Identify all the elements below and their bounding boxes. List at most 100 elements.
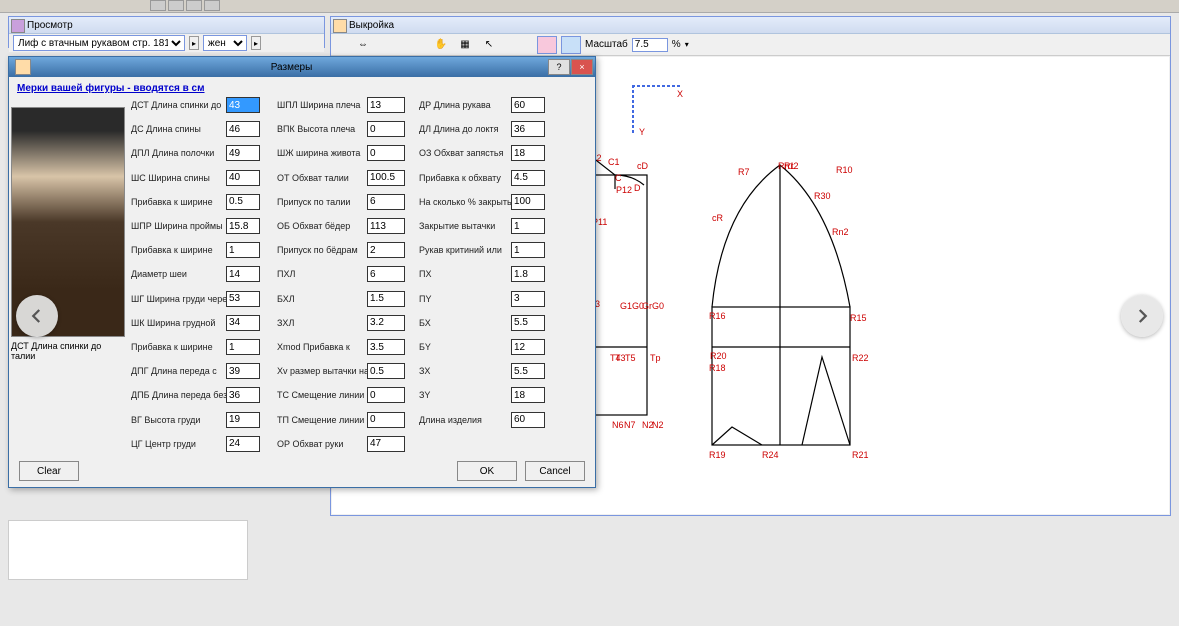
pattern-point-label: Rr2 (784, 161, 799, 171)
step-button[interactable]: ▸ (251, 36, 261, 50)
field-input[interactable] (367, 291, 405, 307)
pattern-point-label: R22 (852, 353, 869, 363)
field-input[interactable] (226, 315, 260, 331)
field-input[interactable] (226, 291, 260, 307)
field-input[interactable] (226, 242, 260, 258)
pattern-point-label: Tp (650, 353, 661, 363)
field-input[interactable] (367, 339, 405, 355)
field-input[interactable] (511, 145, 545, 161)
field-label: ДС Длина спины (131, 124, 226, 134)
field-row: ОР Обхват руки (277, 436, 405, 452)
field-row: ДС Длина спины (131, 121, 260, 137)
field-input[interactable] (226, 97, 260, 113)
field-row: БХЛ (277, 291, 405, 307)
field-input[interactable] (367, 121, 405, 137)
field-input[interactable] (226, 170, 260, 186)
tool-icon[interactable] (150, 0, 166, 11)
field-input[interactable] (511, 170, 545, 186)
field-input[interactable] (226, 194, 260, 210)
field-input[interactable] (226, 363, 260, 379)
field-input[interactable] (367, 97, 405, 113)
field-label: ОБ Обхват бёдер (277, 221, 367, 231)
field-row: ВПК Высота плеча (277, 121, 405, 137)
field-input[interactable] (226, 339, 260, 355)
close-button[interactable]: × (571, 59, 593, 75)
field-input[interactable] (367, 266, 405, 282)
hand-tool-icon[interactable]: ✋ (431, 36, 451, 54)
field-label: Прибавка к обхвату (419, 173, 511, 183)
color-tool-b[interactable] (561, 36, 581, 54)
help-link[interactable]: Мерки вашей фигуры - вводятся в см (17, 83, 587, 94)
field-input[interactable] (226, 121, 260, 137)
gender-select[interactable]: жен (203, 35, 247, 51)
field-row: Прибавка к ширине (131, 242, 260, 258)
field-input[interactable] (511, 218, 545, 234)
tool-icon[interactable] (168, 0, 184, 11)
scale-input[interactable] (632, 38, 668, 52)
field-label: ПХЛ (277, 269, 367, 279)
field-label: ЦГ Центр груди (131, 439, 226, 449)
field-input[interactable] (367, 242, 405, 258)
field-input[interactable] (367, 436, 405, 452)
field-input[interactable] (367, 194, 405, 210)
field-input[interactable] (226, 266, 260, 282)
field-input[interactable] (367, 218, 405, 234)
field-input[interactable] (511, 194, 545, 210)
tool-icon[interactable] (204, 0, 220, 11)
field-label: Закрытие вытачки (419, 221, 511, 231)
field-input[interactable] (367, 145, 405, 161)
field-input[interactable] (511, 412, 545, 428)
field-input[interactable] (367, 412, 405, 428)
field-input[interactable] (226, 412, 260, 428)
field-label: ПY (419, 294, 511, 304)
field-input[interactable] (511, 121, 545, 137)
chevron-right-icon (1133, 307, 1151, 325)
field-label: ТС Смещение линии (277, 390, 367, 400)
tool-icon[interactable] (186, 0, 202, 11)
ok-button[interactable]: OK (457, 461, 517, 481)
help-button[interactable]: ? (548, 59, 570, 75)
field-row: ШПЛ Ширина плеча (277, 97, 405, 113)
cancel-button[interactable]: Cancel (525, 461, 585, 481)
field-input[interactable] (226, 436, 260, 452)
field-row: Припуск по бёдрам (277, 242, 405, 258)
field-input[interactable] (367, 170, 405, 186)
field-input[interactable] (511, 291, 545, 307)
scale-label: Масштаб (585, 39, 628, 50)
grid-tool-icon[interactable]: ▦ (455, 36, 475, 54)
field-input[interactable] (226, 218, 260, 234)
field-row: Рукав критиний или (419, 242, 545, 258)
arrow-left-right-icon[interactable]: ⇔ (353, 36, 373, 54)
field-label: Прибавка к ширине (131, 197, 226, 207)
field-input[interactable] (367, 387, 405, 403)
pattern-point-label: R15 (850, 313, 867, 323)
field-input[interactable] (511, 387, 545, 403)
dialog-body: Мерки вашей фигуры - вводятся в см ДСТ Д… (9, 77, 595, 487)
nav-next-button[interactable] (1121, 295, 1163, 337)
scale-down-icon[interactable]: ▾ (685, 40, 689, 49)
dialog-titlebar[interactable]: Размеры ? × (9, 57, 595, 77)
field-input[interactable] (511, 97, 545, 113)
field-row: ЗY (419, 387, 545, 403)
field-label: ЗХЛ (277, 318, 367, 328)
field-input[interactable] (511, 242, 545, 258)
clear-button[interactable]: Clear (19, 461, 79, 481)
field-input[interactable] (367, 315, 405, 331)
nav-prev-button[interactable] (16, 295, 58, 337)
field-input[interactable] (511, 363, 545, 379)
color-tool-a[interactable] (537, 36, 557, 54)
field-input[interactable] (226, 387, 260, 403)
pointer-tool-icon[interactable]: ↖ (479, 36, 499, 54)
field-input[interactable] (511, 339, 545, 355)
step-button[interactable]: ▸ (189, 36, 199, 50)
field-input[interactable] (511, 266, 545, 282)
field-input[interactable] (226, 145, 260, 161)
field-input[interactable] (367, 363, 405, 379)
field-label: ВПК Высота плеча (277, 124, 367, 134)
sizes-dialog: Размеры ? × Мерки вашей фигуры - вводятс… (8, 56, 596, 488)
field-input[interactable] (511, 315, 545, 331)
pattern-select[interactable]: Лиф с втачным рукавом стр. 181-225 (13, 35, 185, 51)
field-label: ШС Ширина спины (131, 173, 226, 183)
field-row: ШПР Ширина проймы (131, 218, 260, 234)
pattern-point-label: GrG0 (642, 301, 664, 311)
